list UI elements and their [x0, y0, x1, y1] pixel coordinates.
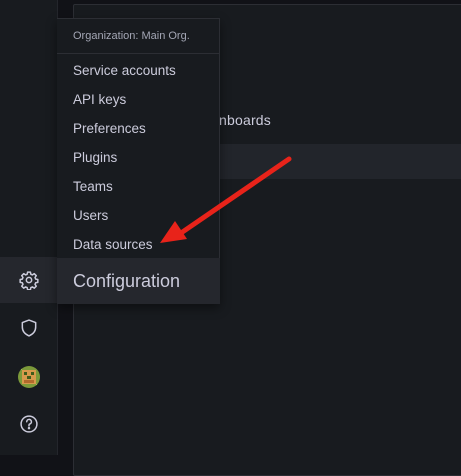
help-icon: [19, 415, 38, 433]
sidebar: [0, 0, 58, 455]
profile-nav-item[interactable]: [0, 354, 57, 400]
help-nav-item[interactable]: [0, 401, 57, 447]
configuration-menu-title[interactable]: Configuration: [57, 258, 220, 304]
menu-item-api-keys[interactable]: API keys: [57, 85, 219, 114]
gear-icon: [18, 271, 39, 290]
menu-item-service-accounts[interactable]: Service accounts: [57, 56, 219, 85]
configuration-nav-item[interactable]: [0, 257, 57, 303]
server-admin-nav-item[interactable]: [0, 305, 57, 351]
organization-header: Organization: Main Org.: [57, 19, 219, 54]
menu-item-teams[interactable]: Teams: [57, 172, 219, 201]
configuration-menu: Organization: Main Org. Service accounts…: [57, 18, 220, 304]
menu-item-data-sources[interactable]: Data sources: [57, 230, 219, 259]
avatar: [17, 366, 40, 388]
menu-items: Service accounts API keys Preferences Pl…: [57, 54, 219, 259]
menu-item-users[interactable]: Users: [57, 201, 219, 230]
menu-item-plugins[interactable]: Plugins: [57, 143, 219, 172]
panel-partial-text: nboards: [219, 112, 271, 128]
shield-icon: [21, 319, 36, 337]
menu-item-preferences[interactable]: Preferences: [57, 114, 219, 143]
